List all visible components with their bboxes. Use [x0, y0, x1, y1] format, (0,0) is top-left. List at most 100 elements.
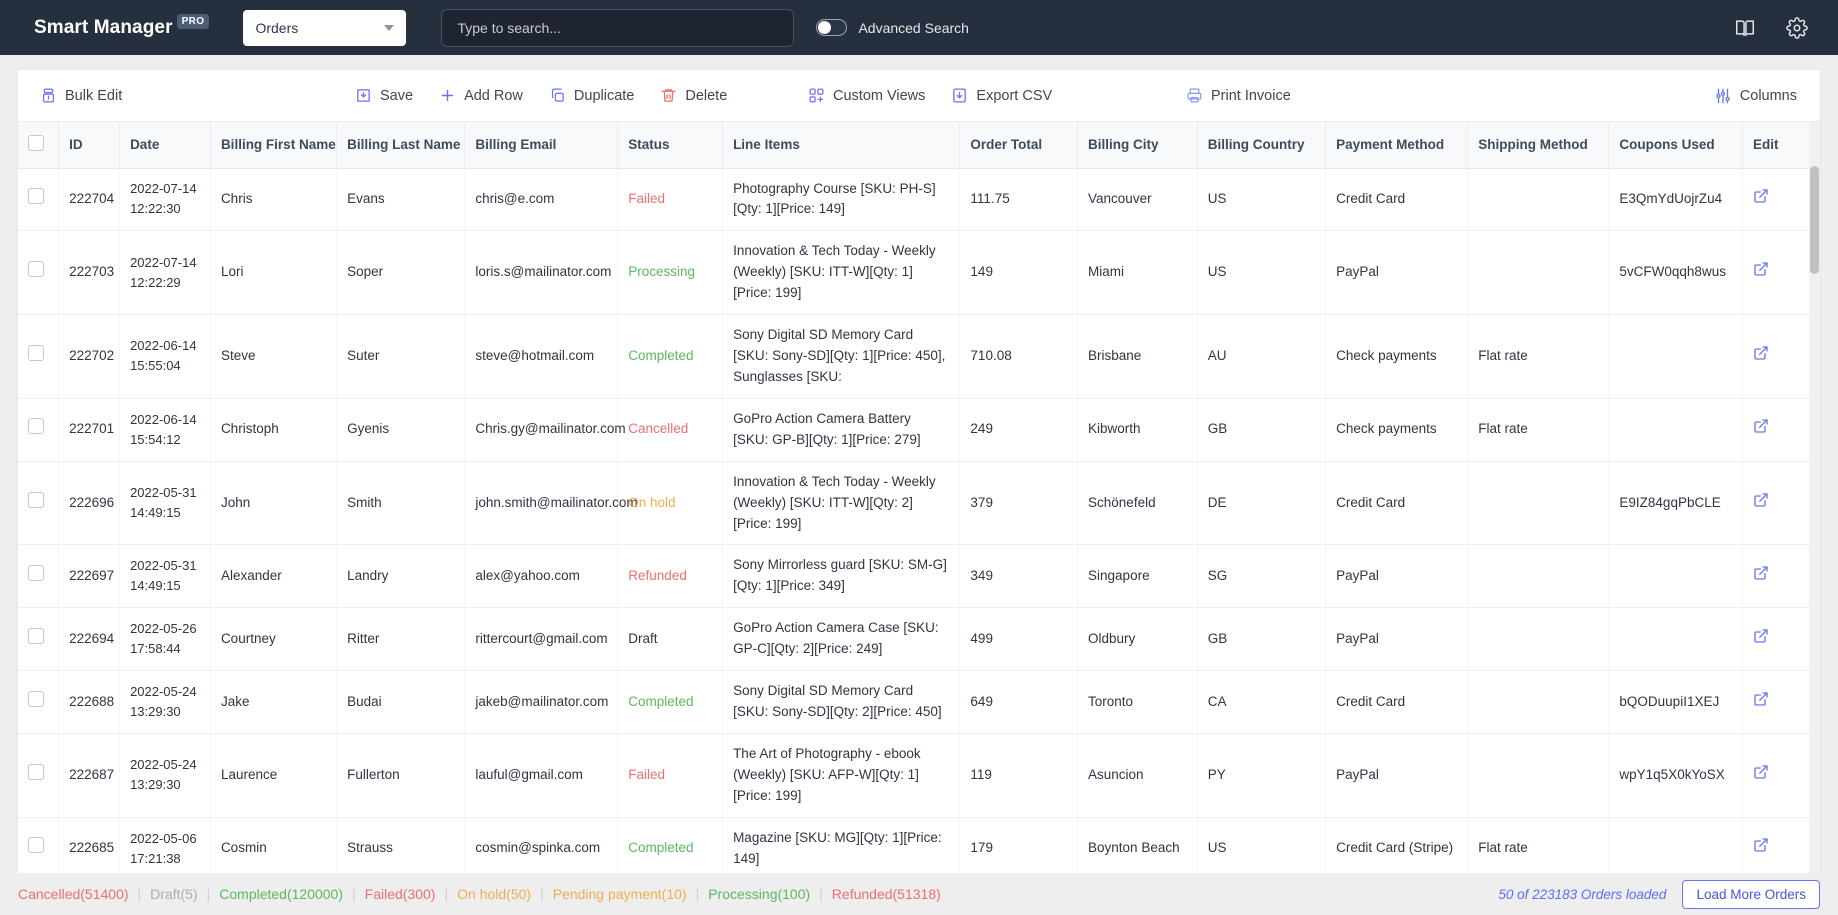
cell-order-total[interactable]: 349 [960, 545, 1078, 608]
column-header-first-name[interactable]: Billing First Name [210, 122, 336, 168]
cell-email[interactable]: jakeb@mailinator.com [465, 671, 618, 734]
cell-id[interactable]: 222702 [59, 315, 120, 399]
cell-last-name[interactable]: Smith [337, 461, 465, 545]
cell-email[interactable]: Chris.gy@mailinator.com [465, 398, 618, 461]
cell-billing-city[interactable]: Singapore [1078, 545, 1198, 608]
table-row[interactable]: 2226972022-05-31 14:49:15AlexanderLandry… [18, 545, 1818, 608]
cell-id[interactable]: 222704 [59, 168, 120, 231]
cell-billing-city[interactable]: Miami [1078, 231, 1198, 315]
cell-line-items[interactable]: Magazine [SKU: MG][Qty: 1][Price: 149] [723, 817, 960, 873]
cell-order-total[interactable]: 710.08 [960, 315, 1078, 399]
cell-last-name[interactable]: Ritter [337, 608, 465, 671]
scrollbar-thumb[interactable] [1810, 166, 1819, 274]
cell-payment-method[interactable]: Credit Card [1326, 168, 1468, 231]
cell-order-total[interactable]: 649 [960, 671, 1078, 734]
row-checkbox[interactable] [28, 628, 44, 644]
cell-email[interactable]: alex@yahoo.com [465, 545, 618, 608]
external-link-icon[interactable] [1753, 764, 1769, 787]
table-row[interactable]: 2227032022-07-14 12:22:29LoriSoperloris.… [18, 231, 1818, 315]
cell-billing-country[interactable]: DE [1197, 461, 1325, 545]
load-more-orders-button[interactable]: Load More Orders [1682, 880, 1820, 909]
cell-last-name[interactable]: Gyenis [337, 398, 465, 461]
column-header-status[interactable]: Status [618, 122, 723, 168]
cell-line-items[interactable]: GoPro Action Camera Battery [SKU: GP-B][… [723, 398, 960, 461]
column-header-date[interactable]: Date [120, 122, 211, 168]
print-invoice-button[interactable]: Print Invoice [1186, 87, 1291, 104]
cell-email[interactable]: john.smith@mailinator.com [465, 461, 618, 545]
cell-first-name[interactable]: Cosmin [210, 817, 336, 873]
status-filter-onhold[interactable]: On hold(50) [457, 886, 531, 902]
cell-last-name[interactable]: Fullerton [337, 734, 465, 818]
delete-button[interactable]: Delete [660, 87, 727, 104]
cell-id[interactable]: 222687 [59, 734, 120, 818]
cell-billing-city[interactable]: Oldbury [1078, 608, 1198, 671]
status-badge[interactable]: Completed [628, 348, 693, 363]
external-link-icon[interactable] [1753, 565, 1769, 588]
cell-coupons-used[interactable] [1609, 315, 1743, 399]
export-csv-button[interactable]: Export CSV [951, 87, 1052, 104]
cell-shipping-method[interactable] [1468, 671, 1609, 734]
row-checkbox[interactable] [28, 345, 44, 361]
cell-id[interactable]: 222703 [59, 231, 120, 315]
cell-payment-method[interactable]: PayPal [1326, 608, 1468, 671]
column-header-coupons[interactable]: Coupons Used [1609, 122, 1743, 168]
column-header-order-total[interactable]: Order Total [960, 122, 1078, 168]
status-filter-processing[interactable]: Processing(100) [708, 886, 810, 902]
cell-billing-city[interactable]: Schönefeld [1078, 461, 1198, 545]
cell-billing-city[interactable]: Brisbane [1078, 315, 1198, 399]
cell-date[interactable]: 2022-05-31 14:49:15 [120, 461, 211, 545]
cell-shipping-method[interactable]: Flat rate [1468, 398, 1609, 461]
table-row[interactable]: 2227012022-06-14 15:54:12ChristophGyenis… [18, 398, 1818, 461]
external-link-icon[interactable] [1753, 345, 1769, 368]
cell-coupons-used[interactable] [1609, 545, 1743, 608]
column-header-country[interactable]: Billing Country [1197, 122, 1325, 168]
cell-first-name[interactable]: Laurence [210, 734, 336, 818]
column-header-email[interactable]: Billing Email [465, 122, 618, 168]
cell-id[interactable]: 222701 [59, 398, 120, 461]
column-header-id[interactable]: ID [59, 122, 120, 168]
cell-line-items[interactable]: Sony Mirrorless guard [SKU: SM-G][Qty: 1… [723, 545, 960, 608]
external-link-icon[interactable] [1753, 691, 1769, 714]
book-icon[interactable] [1734, 17, 1756, 39]
cell-first-name[interactable]: John [210, 461, 336, 545]
status-badge[interactable]: Completed [628, 694, 693, 709]
cell-coupons-used[interactable]: E3QmYdUojrZu4 [1609, 168, 1743, 231]
cell-billing-country[interactable]: AU [1197, 315, 1325, 399]
cell-coupons-used[interactable]: wpY1q5X0kYoSX [1609, 734, 1743, 818]
status-badge[interactable]: Refunded [628, 568, 687, 583]
cell-shipping-method[interactable] [1468, 545, 1609, 608]
cell-first-name[interactable]: Steve [210, 315, 336, 399]
table-row[interactable]: 2226962022-05-31 14:49:15JohnSmithjohn.s… [18, 461, 1818, 545]
status-filter-draft[interactable]: Draft(5) [150, 886, 197, 902]
cell-billing-country[interactable]: CA [1197, 671, 1325, 734]
cell-billing-city[interactable]: Kibworth [1078, 398, 1198, 461]
cell-id[interactable]: 222685 [59, 817, 120, 873]
cell-date[interactable]: 2022-06-14 15:54:12 [120, 398, 211, 461]
row-checkbox[interactable] [28, 188, 44, 204]
add-row-button[interactable]: Add Row [439, 87, 523, 104]
module-select[interactable]: Orders [243, 10, 406, 46]
status-filter-pending[interactable]: Pending payment(10) [553, 886, 687, 902]
gear-icon[interactable] [1786, 17, 1808, 39]
cell-billing-country[interactable]: SG [1197, 545, 1325, 608]
cell-email[interactable]: loris.s@mailinator.com [465, 231, 618, 315]
bulk-edit-button[interactable]: Bulk Edit [40, 87, 122, 104]
external-link-icon[interactable] [1753, 261, 1769, 284]
cell-billing-city[interactable]: Boynton Beach [1078, 817, 1198, 873]
cell-email[interactable]: chris@e.com [465, 168, 618, 231]
cell-order-total[interactable]: 249 [960, 398, 1078, 461]
row-checkbox[interactable] [28, 764, 44, 780]
cell-billing-country[interactable]: PY [1197, 734, 1325, 818]
external-link-icon[interactable] [1753, 837, 1769, 860]
cell-first-name[interactable]: Alexander [210, 545, 336, 608]
cell-line-items[interactable]: Photography Course [SKU: PH-S][Qty: 1][P… [723, 168, 960, 231]
duplicate-button[interactable]: Duplicate [549, 87, 634, 104]
external-link-icon[interactable] [1753, 492, 1769, 515]
cell-payment-method[interactable]: Credit Card [1326, 461, 1468, 545]
columns-button[interactable]: Columns [1714, 87, 1797, 105]
status-badge[interactable]: Processing [628, 264, 695, 279]
cell-line-items[interactable]: Innovation & Tech Today - Weekly (Weekly… [723, 461, 960, 545]
external-link-icon[interactable] [1753, 418, 1769, 441]
cell-order-total[interactable]: 119 [960, 734, 1078, 818]
orders-table-container[interactable]: ID Date Billing First Name Billing Last … [18, 122, 1820, 873]
